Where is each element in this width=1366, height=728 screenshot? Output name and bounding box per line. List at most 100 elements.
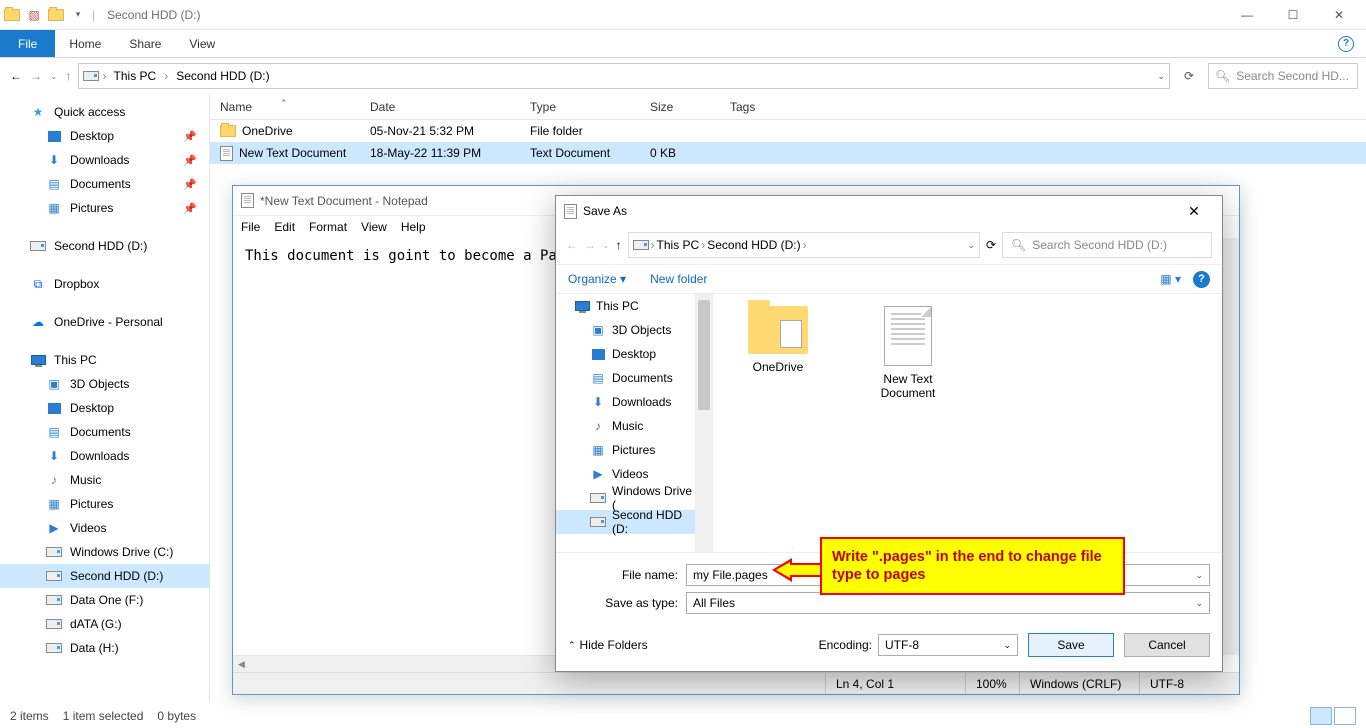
sa-refresh[interactable]: ⟳ [986,238,996,252]
organize-button[interactable]: Organize ▾ [568,272,626,286]
menu-format[interactable]: Format [309,220,347,234]
list-row-onedrive[interactable]: OneDrive 05-Nov-21 5:32 PM File folder [210,120,1366,142]
encoding-select[interactable]: UTF-8⌄ [878,634,1018,656]
sa-back[interactable]: ← [566,238,578,252]
nav-3d-objects[interactable]: ▣3D Objects [0,372,209,396]
close-button[interactable]: ✕ [1316,1,1362,29]
list-row-newtext[interactable]: New Text Document 18-May-22 11:39 PM Tex… [210,142,1366,164]
ribbon-file[interactable]: File [0,30,55,57]
nav-quick-access[interactable]: ★Quick access [0,100,209,124]
nav-drive-c[interactable]: Windows Drive (C:) [0,540,209,564]
saveas-titlebar[interactable]: Save As ✕ [556,196,1222,226]
sa-search-box[interactable]: 🔍︎ Search Second HDD (D:) [1002,232,1212,258]
nav-pc-documents[interactable]: ▤Documents [0,420,209,444]
nav-pc-music[interactable]: ♪Music [0,468,209,492]
item-onedrive[interactable]: OneDrive [733,306,823,374]
notepad-icon [241,193,254,208]
status-eol: Windows (CRLF) [1019,673,1139,694]
explorer-statusbar: 2 items 1 item selected 0 bytes [0,704,1366,728]
filename-label: File name: [568,568,678,582]
tree-item[interactable]: ♪Music [556,414,695,438]
recent-dropdown[interactable]: ⌄ [50,71,58,82]
col-name[interactable]: Name⌃ [220,100,370,114]
sa-forward[interactable]: → [584,238,596,252]
nav-pictures[interactable]: ▦Pictures📌 [0,196,209,220]
search-icon: 🔍︎ [1215,69,1230,83]
nav-drive-g[interactable]: dATA (G:) [0,612,209,636]
tree-item[interactable]: Desktop [556,342,695,366]
menu-view[interactable]: View [361,220,387,234]
item-newtext[interactable]: New Text Document [863,306,953,400]
col-tags[interactable]: Tags [730,100,810,114]
tree-item[interactable]: ▦Pictures [556,438,695,462]
tree-item[interactable]: ▣3D Objects [556,318,695,342]
refresh-button[interactable]: ⟳ [1176,63,1202,89]
view-details-button[interactable] [1310,707,1332,725]
nav-drive-h[interactable]: Data (H:) [0,636,209,660]
tree-item[interactable]: ▶Videos [556,462,695,486]
address-dropdown-icon[interactable]: ⌄ [1157,71,1165,82]
nav-onedrive[interactable]: ☁OneDrive - Personal [0,310,209,334]
nav-downloads[interactable]: ⬇Downloads📌 [0,148,209,172]
view-large-button[interactable] [1334,707,1356,725]
nav-desktop[interactable]: Desktop📌 [0,124,209,148]
sa-items-pane[interactable]: OneDrive New Text Document [713,294,1222,552]
col-type[interactable]: Type [530,100,650,114]
savetype-select[interactable]: All Files⌄ [686,592,1210,614]
tree-item[interactable]: Windows Drive ( [556,486,695,510]
cancel-button[interactable]: Cancel [1124,633,1210,657]
pin-icon: 📌 [183,202,197,215]
save-button[interactable]: Save [1028,633,1114,657]
nav-drive-d[interactable]: Second HDD (D:) [0,564,209,588]
sa-toolbar: Organize ▾ New folder ▦ ▾ ? [556,264,1222,294]
tree-thispc[interactable]: This PC [556,294,695,318]
back-button[interactable]: ← [10,69,22,83]
up-button[interactable]: ↑ [66,69,72,83]
qat-folder-icon[interactable] [48,5,64,25]
nav-drive-f[interactable]: Data One (F:) [0,588,209,612]
qat-properties-icon[interactable]: ▧ [26,5,42,25]
nav-this-pc[interactable]: This PC [0,348,209,372]
nav-pc-pictures[interactable]: ▦Pictures [0,492,209,516]
maximize-button[interactable]: ☐ [1270,1,1316,29]
sa-up[interactable]: ↑ [616,238,622,252]
search-icon: 🔍︎ [1011,238,1026,252]
nav-dropbox[interactable]: ⧉Dropbox [0,272,209,296]
sa-address-bar[interactable]: › This PC › Second HDD (D:) › ⌄ [628,232,980,258]
nav-documents[interactable]: ▤Documents📌 [0,172,209,196]
col-size[interactable]: Size [650,100,730,114]
qat-dropdown-icon[interactable]: ▾ [70,5,86,25]
minimize-button[interactable]: — [1224,1,1270,29]
scrollbar-v[interactable] [1222,238,1239,655]
menu-file[interactable]: File [241,220,260,234]
ribbon-help[interactable]: ? [1326,30,1366,57]
sa-tree-scrollbar[interactable] [696,294,713,552]
col-date[interactable]: Date [370,100,530,114]
nav-pc-videos[interactable]: ▶Videos [0,516,209,540]
hide-folders-button[interactable]: ⌃Hide Folders [568,638,648,652]
tree-item[interactable]: ⬇Downloads [556,390,695,414]
nav-pc-downloads[interactable]: ⬇Downloads [0,444,209,468]
view-options[interactable]: ▦ ▾ [1160,272,1181,286]
window-title: Second HDD (D:) [107,8,200,22]
ribbon-share[interactable]: Share [115,30,175,57]
sa-help-icon[interactable]: ? [1193,271,1210,288]
status-zoom: 100% [965,673,1019,694]
forward-button[interactable]: → [30,69,42,83]
search-placeholder: Search Second HD... [1236,69,1349,83]
crumb-thispc[interactable]: This PC [111,69,160,83]
nav-pc-desktop[interactable]: Desktop [0,396,209,420]
menu-edit[interactable]: Edit [274,220,295,234]
dialog-close-button[interactable]: ✕ [1174,203,1214,220]
menu-help[interactable]: Help [401,220,426,234]
newfolder-button[interactable]: New folder [650,272,707,286]
crumb-secondhdd[interactable]: Second HDD (D:) [173,69,272,83]
saveas-dialog: Save As ✕ ← → ⌄ ↑ › This PC › Second HDD… [555,195,1223,672]
ribbon-home[interactable]: Home [55,30,115,57]
ribbon-view[interactable]: View [175,30,229,57]
nav-second-hdd[interactable]: Second HDD (D:) [0,234,209,258]
tree-item-selected[interactable]: Second HDD (D: [556,510,695,534]
address-bar[interactable]: › This PC › Second HDD (D:) ⌄ [78,63,1170,89]
tree-item[interactable]: ▤Documents [556,366,695,390]
search-box[interactable]: 🔍︎ Search Second HD... [1208,63,1358,89]
